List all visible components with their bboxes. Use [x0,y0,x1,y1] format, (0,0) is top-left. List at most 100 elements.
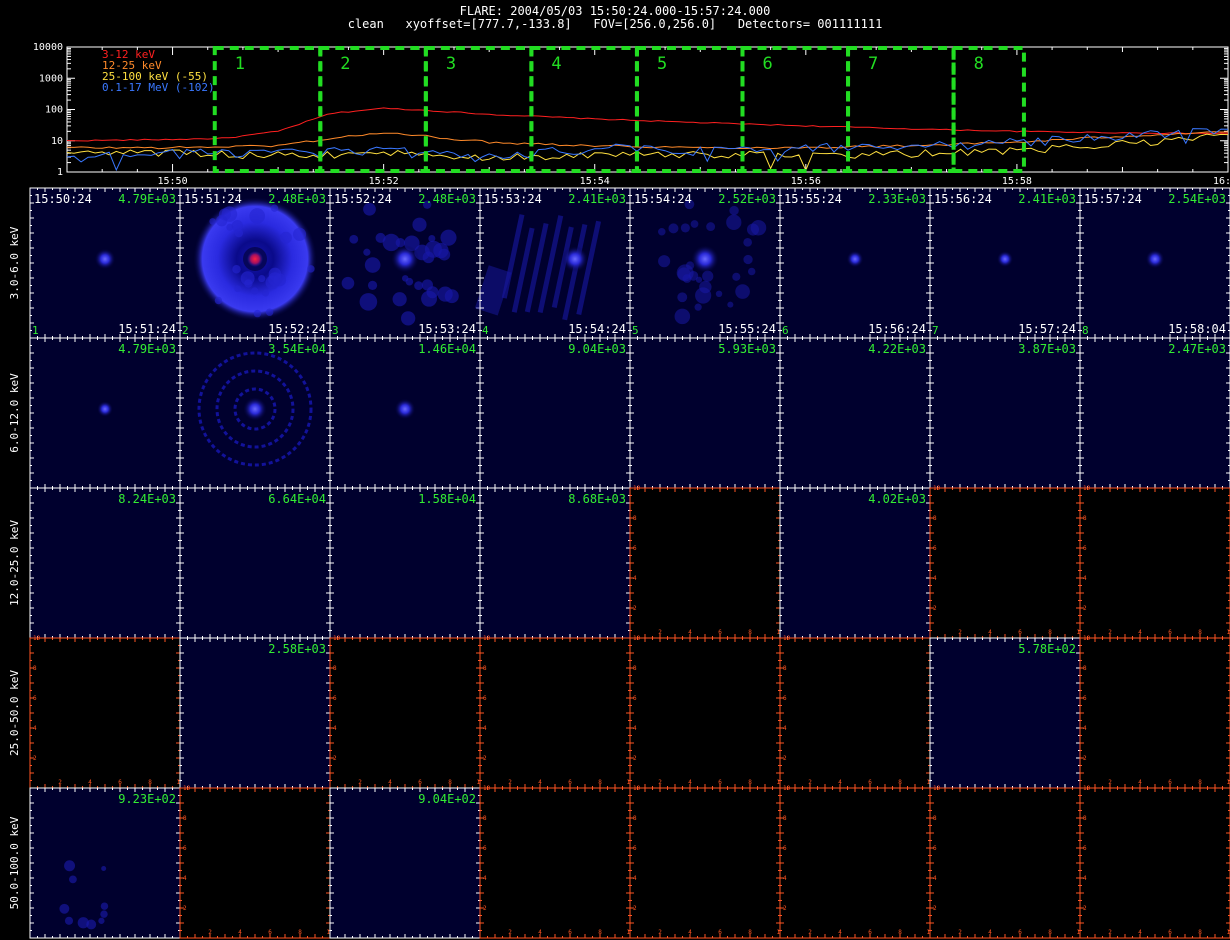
source-speckle [743,254,753,265]
source-speckle [688,270,699,281]
source-speckle [64,916,74,925]
source-speckle [437,286,453,302]
peak-value: 2.41E+03 [1018,192,1076,206]
empty-axis-tick-label: 2 [1083,605,1087,612]
image-panel: 224466881010 [1079,785,1230,939]
image-panel: 224466881010 [629,635,784,789]
empty-axis-tick-label: 4 [688,629,692,636]
source-speckle [234,228,244,238]
panel-start-time: 15:54:24 [634,192,692,206]
panel-end-time: 15:56:24 [868,322,926,336]
panel-background [180,788,330,938]
empty-axis-tick-label: 4 [483,875,487,882]
empty-axis-tick-label: 2 [658,779,662,786]
empty-axis-tick-label: 4 [1138,779,1142,786]
empty-axis-tick-label: 2 [1108,779,1112,786]
empty-axis-tick-label: 2 [483,905,487,912]
empty-axis-tick-label: 6 [483,845,487,852]
empty-axis-tick-label: 6 [933,545,937,552]
source-speckle [69,875,77,884]
source-speckle [258,274,266,283]
empty-axis-tick-label: 2 [958,929,962,936]
empty-axis-tick-label: 8 [1198,929,1202,936]
empty-axis-tick-label: 4 [1083,575,1087,582]
empty-axis-tick-label: 6 [633,545,637,552]
source-speckle [401,311,416,326]
source-speckle [694,303,702,311]
source-speckle [424,240,442,258]
empty-axis-tick-label: 4 [1138,929,1142,936]
empty-axis-tick-label: 4 [238,929,242,936]
empty-axis-tick-label: 6 [1083,545,1087,552]
source-speckle [359,293,378,311]
empty-axis-tick-label: 10 [783,785,791,792]
source-speckle [265,308,274,316]
empty-axis-tick-label: 8 [483,665,487,672]
empty-axis-tick-label: 4 [88,779,92,786]
empty-axis-tick-label: 2 [658,929,662,936]
source-speckle [226,223,234,231]
empty-axis-tick-label: 8 [333,665,337,672]
source-speckle [658,227,666,236]
panel-background [780,788,930,938]
empty-axis-tick-label: 8 [933,815,937,822]
source-speckle [668,223,679,234]
panel-background [480,788,630,938]
panel-background [30,638,180,788]
panel-index: 3 [332,324,339,337]
source-speckle [249,208,266,224]
empty-axis-tick-label: 8 [898,929,902,936]
source-speckle [677,292,688,303]
empty-axis-tick-label: 8 [1083,815,1087,822]
empty-axis-tick-label: 8 [298,929,302,936]
empty-axis-tick-label: 4 [1138,629,1142,636]
panel-index: 7 [932,324,939,337]
empty-axis-tick-label: 8 [598,779,602,786]
panel-background [630,488,780,638]
source-speckle [253,309,262,318]
panel-background [180,638,330,788]
empty-axis-tick-label: 2 [633,905,637,912]
peak-value: 8.24E+03 [118,492,176,506]
empty-axis-tick-label: 6 [633,845,637,852]
panel-end-time: 15:57:24 [1018,322,1076,336]
panel-background [1080,638,1230,788]
empty-axis-tick-label: 6 [1168,629,1172,636]
empty-axis-tick-label: 8 [148,779,152,786]
source-speckle [426,286,439,299]
empty-axis-tick-label: 6 [633,695,637,702]
panel-background [630,788,780,938]
panel-background [930,488,1080,638]
empty-axis-tick-label: 10 [933,485,941,492]
empty-axis-tick-label: 6 [33,695,37,702]
panel-background [1080,788,1230,938]
source-speckle [743,238,752,247]
image-panel: 9.04E+02 [329,787,481,939]
source-speckle [405,277,414,286]
panel-background [180,488,330,638]
panel-index: 2 [182,324,189,337]
source-speckle [367,280,378,290]
empty-axis-tick-label: 6 [1083,845,1087,852]
empty-axis-tick-label: 8 [1083,515,1087,522]
image-panel: 2.41E+03 15:56:24 15:57:24 7 [929,187,1081,339]
peak-value: 2.48E+03 [418,192,476,206]
panel-background [1080,338,1230,488]
source-blob [996,250,1014,268]
empty-axis-tick-label: 8 [933,515,937,522]
peak-value: 1.58E+04 [418,492,476,506]
peak-value: 2.48E+03 [268,192,326,206]
source-speckle [293,227,307,241]
source-speckle [216,215,228,227]
empty-axis-tick-label: 2 [333,755,337,762]
image-panel: 5.78E+02 [929,637,1081,789]
empty-axis-tick-label: 4 [633,875,637,882]
source-speckle [729,205,739,216]
panel-index: 8 [1082,324,1089,337]
image-panel: 2.48E+03 15:52:24 15:53:24 3 [329,187,481,339]
image-panel: 224466881010 [929,785,1084,939]
panel-background [780,638,930,788]
empty-axis-tick-label: 8 [748,779,752,786]
empty-axis-tick-label: 6 [718,629,722,636]
panel-end-time: 15:53:24 [418,322,476,336]
